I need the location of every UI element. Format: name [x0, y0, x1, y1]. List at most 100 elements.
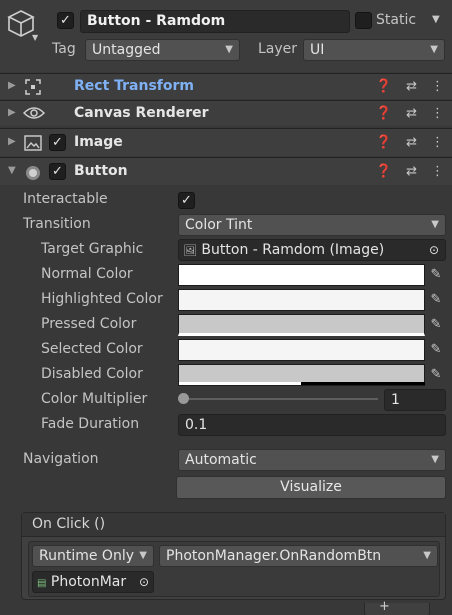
tag-dropdown[interactable]: Untagged ▼ — [85, 39, 240, 61]
normal-color-label: Normal Color — [41, 266, 133, 282]
interactable-label: Interactable — [23, 191, 108, 207]
runtime-value: Runtime Only — [39, 548, 134, 564]
presets-icon[interactable]: ⇄ — [406, 106, 417, 121]
static-toggle[interactable] — [355, 12, 372, 29]
transition-label: Transition — [23, 216, 91, 232]
component-header-rect-transform[interactable]: ▶ Rect Transform ❓ ⇄ ⋮ — [0, 73, 452, 99]
eyedropper-icon[interactable]: ✎ — [428, 366, 444, 384]
gameobject-icon-dropdown-icon[interactable]: ▼ — [32, 33, 38, 42]
presets-icon[interactable]: ⇄ — [406, 164, 417, 179]
component-header-image[interactable]: ▶ ✓ Image ❓ ⇄ ⋮ — [0, 128, 452, 156]
rect-transform-icon — [24, 78, 42, 100]
more-options-icon[interactable]: ⋮ — [431, 79, 444, 94]
chevron-down-icon: ▼ — [139, 550, 147, 561]
highlighted-color-field[interactable] — [178, 289, 425, 311]
color-multiplier-label: Color Multiplier — [41, 391, 148, 407]
eyedropper-icon[interactable]: ✎ — [428, 266, 444, 284]
presets-icon[interactable]: ⇄ — [406, 79, 417, 94]
disabled-color-label: Disabled Color — [41, 366, 143, 382]
component-header-canvas-renderer[interactable]: ▶ Canvas Renderer ❓ ⇄ ⋮ — [0, 100, 452, 126]
layer-dropdown[interactable]: UI ▼ — [303, 39, 445, 61]
normal-color-field[interactable] — [178, 264, 425, 286]
chevron-down-icon: ▼ — [430, 44, 438, 55]
image-icon — [24, 135, 42, 155]
image-enabled-toggle[interactable]: ✓ — [49, 134, 66, 151]
component-header-icons: ❓ ⇄ ⋮ — [376, 164, 444, 179]
navigation-value: Automatic — [185, 452, 257, 468]
target-object-field[interactable]: ▤ PhotonMar ⊙ — [32, 571, 154, 593]
selected-color-field[interactable] — [178, 339, 425, 361]
tag-label: Tag — [52, 41, 76, 57]
chevron-down-icon: ▼ — [431, 219, 439, 230]
eye-icon — [22, 105, 46, 125]
object-picker-icon[interactable]: ⊙ — [429, 240, 439, 260]
color-multiplier-field[interactable]: 1 — [384, 389, 446, 411]
target-graphic-value: Button - Ramdom (Image) — [201, 242, 385, 258]
chevron-down-icon: ▼ — [225, 44, 233, 55]
object-picker-icon[interactable]: ⊙ — [139, 572, 149, 592]
event-entry: Runtime Only ▼ PhotonManager.OnRandomBtn… — [28, 541, 440, 597]
runtime-dropdown[interactable]: Runtime Only ▼ — [32, 545, 154, 567]
active-toggle[interactable]: ✓ — [57, 12, 74, 29]
target-graphic-field[interactable]: 🖼 Button - Ramdom (Image) ⊙ — [178, 239, 446, 261]
fade-duration-label: Fade Duration — [41, 416, 140, 432]
more-options-icon[interactable]: ⋮ — [431, 106, 444, 121]
component-title: Image — [74, 134, 123, 150]
pressed-color-field[interactable] — [178, 314, 425, 336]
transition-value: Color Tint — [185, 217, 253, 233]
static-dropdown-icon[interactable]: ▼ — [432, 14, 440, 25]
selected-color-label: Selected Color — [41, 341, 143, 357]
eyedropper-icon[interactable]: ✎ — [428, 316, 444, 334]
foldout-arrow-icon[interactable]: ▼ — [8, 165, 16, 176]
transition-dropdown[interactable]: Color Tint ▼ — [178, 214, 446, 236]
eyedropper-icon[interactable]: ✎ — [428, 341, 444, 359]
button-enabled-toggle[interactable]: ✓ — [49, 163, 66, 180]
help-icon[interactable]: ❓ — [376, 164, 392, 179]
component-header-icons: ❓ ⇄ ⋮ — [376, 79, 444, 94]
function-dropdown[interactable]: PhotonManager.OnRandomBtn ▼ — [159, 545, 438, 567]
visualize-button[interactable]: Visualize — [176, 476, 446, 499]
interactable-toggle[interactable]: ✓ — [178, 192, 195, 209]
component-header-icons: ❓ ⇄ ⋮ — [376, 106, 444, 121]
help-icon[interactable]: ❓ — [376, 106, 392, 121]
target-object-value: PhotonMar — [50, 574, 127, 590]
help-icon[interactable]: ❓ — [376, 135, 392, 150]
navigation-dropdown[interactable]: Automatic ▼ — [178, 449, 446, 471]
color-multiplier-slider-track[interactable] — [182, 398, 378, 400]
component-title: Canvas Renderer — [74, 105, 209, 121]
tag-value: Untagged — [92, 42, 161, 58]
on-click-panel: On Click () Runtime Only ▼ PhotonManager… — [21, 512, 446, 600]
component-title: Button — [74, 163, 128, 179]
button-component-icon — [25, 165, 41, 185]
add-icon[interactable]: + — [379, 599, 390, 614]
foldout-arrow-icon[interactable]: ▶ — [8, 107, 16, 118]
eyedropper-icon[interactable]: ✎ — [428, 291, 444, 309]
foldout-arrow-icon[interactable]: ▶ — [8, 80, 16, 91]
pressed-color-label: Pressed Color — [41, 316, 137, 332]
chevron-down-icon: ▼ — [431, 454, 439, 465]
image-icon: 🖼 — [183, 244, 197, 257]
more-options-icon[interactable]: ⋮ — [431, 135, 444, 150]
on-click-title: On Click () — [32, 516, 106, 532]
alpha-bar-white — [179, 382, 301, 385]
help-icon[interactable]: ❓ — [376, 79, 392, 94]
more-options-icon[interactable]: ⋮ — [431, 164, 444, 179]
event-add-remove-tab[interactable]: + — [364, 599, 430, 615]
fade-duration-field[interactable]: 0.1 — [178, 414, 446, 436]
highlighted-color-label: Highlighted Color — [41, 291, 163, 307]
on-click-header: On Click () — [22, 513, 445, 537]
component-header-icons: ❓ ⇄ ⋮ — [376, 135, 444, 150]
target-graphic-label: Target Graphic — [41, 241, 144, 257]
gameobject-name-field[interactable]: Button - Ramdom — [80, 10, 350, 33]
color-multiplier-slider-handle[interactable] — [178, 393, 189, 404]
alpha-bar-black — [301, 382, 425, 385]
presets-icon[interactable]: ⇄ — [406, 135, 417, 150]
component-header-button[interactable]: ▼ ✓ Button ❓ ⇄ ⋮ — [0, 157, 452, 185]
disabled-color-field[interactable] — [178, 364, 425, 386]
layer-label: Layer — [258, 41, 298, 57]
static-label: Static — [376, 12, 417, 28]
foldout-arrow-icon[interactable]: ▶ — [8, 136, 16, 147]
chevron-down-icon: ▼ — [423, 550, 431, 561]
component-title: Rect Transform — [74, 78, 195, 94]
function-value: PhotonManager.OnRandomBtn — [166, 548, 382, 564]
